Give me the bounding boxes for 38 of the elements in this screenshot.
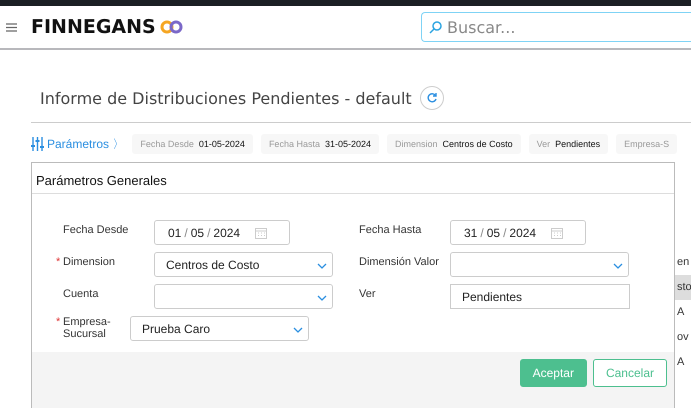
table-cell-text: A [676, 305, 686, 320]
calendar-icon[interactable] [551, 226, 564, 238]
date-field[interactable]: 31 / 05 / 2024 [450, 220, 586, 245]
dropdown[interactable] [450, 252, 629, 277]
date-field[interactable]: 01 / 05 / 2024 [154, 220, 290, 245]
filter-chip[interactable]: Dimension Centros de Costo [387, 134, 521, 154]
field-label: Cuenta [62, 287, 100, 300]
page-title: Informe de Distribuciones Pendientes - default [40, 88, 412, 108]
field-label: * Dimension [55, 255, 116, 268]
menu-icon[interactable] [6, 22, 17, 32]
chevron-down-icon [293, 327, 303, 333]
refresh-icon [426, 92, 438, 104]
chevron-down-icon [317, 263, 327, 269]
field-label: Ver [358, 287, 377, 300]
dropdown[interactable]: Centros de Costo [154, 252, 333, 277]
filter-chip[interactable]: Ver Pendientes [528, 134, 608, 154]
field-label: Fecha Desde [62, 223, 130, 236]
sliders-icon [31, 137, 44, 151]
input-field[interactable]: Pendientes [450, 284, 630, 309]
search-field[interactable]: Buscar... [421, 12, 691, 42]
dialog-title: Parámetros Generales [32, 163, 674, 194]
field-label: Fecha Hasta [358, 223, 422, 236]
refresh-button[interactable] [420, 86, 444, 110]
table-cell-text: en [676, 255, 690, 270]
logo-text[interactable]: FINNEGANS [31, 16, 156, 38]
logo-icon [160, 20, 184, 34]
chevron-down-icon [317, 295, 327, 301]
filter-chip[interactable]: Fecha Desde 01-05-2024 [132, 134, 253, 154]
field-label: * Empresa-Sucursal [55, 316, 112, 340]
chevron-down-icon [613, 263, 623, 269]
dropdown[interactable] [154, 284, 333, 309]
filter-chip[interactable]: Fecha Hasta 31-05-2024 [260, 134, 380, 154]
table-cell-text: ov [676, 330, 690, 345]
parameters-toggle[interactable]: Parámetros 〉 [31, 136, 124, 152]
search-icon [429, 21, 442, 34]
calendar-icon[interactable] [255, 226, 268, 238]
field-label: Dimensión Valor [358, 255, 440, 268]
dropdown[interactable]: Prueba Caro [130, 316, 309, 341]
